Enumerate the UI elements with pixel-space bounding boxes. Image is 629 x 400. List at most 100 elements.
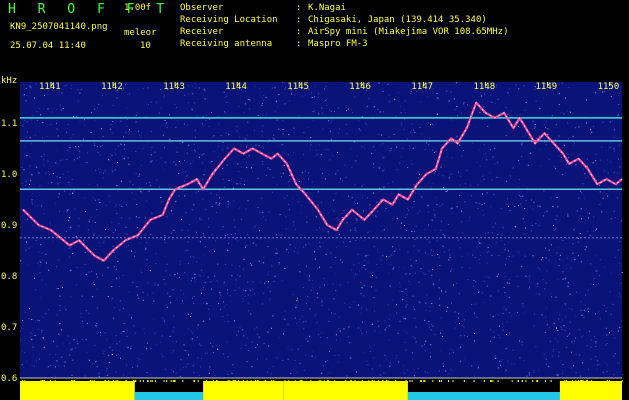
noise-dot <box>230 234 232 235</box>
activity-tick <box>22 380 24 382</box>
noise-dot <box>556 327 557 329</box>
noise-dot <box>45 262 47 264</box>
noise-dot <box>567 110 569 112</box>
noise-dot <box>419 302 421 304</box>
noise-dot <box>103 353 104 354</box>
noise-dot <box>404 100 406 102</box>
noise-dot <box>69 256 71 258</box>
noise-dot <box>140 191 142 193</box>
noise-dot <box>318 113 320 115</box>
noise-dot <box>389 285 391 287</box>
noise-dot <box>70 247 72 249</box>
noise-dot <box>164 368 166 370</box>
noise-dot <box>298 181 300 182</box>
noise-dot <box>204 169 206 171</box>
noise-dot <box>131 192 133 194</box>
noise-dot <box>557 330 559 332</box>
noise-dot <box>268 345 270 347</box>
noise-dot <box>487 283 489 285</box>
noise-dot <box>505 369 507 371</box>
activity-tick <box>117 380 119 382</box>
noise-dot <box>568 307 570 309</box>
noise-dot <box>398 361 400 363</box>
noise-dot <box>586 246 587 248</box>
noise-dot <box>419 210 421 212</box>
noise-dot <box>556 197 558 198</box>
noise-dot <box>354 277 355 279</box>
noise-dot <box>90 132 92 133</box>
noise-dot <box>473 375 475 377</box>
noise-dot <box>219 197 220 199</box>
activity-tick <box>256 380 258 382</box>
noise-dot <box>302 95 303 97</box>
noise-dot <box>212 136 213 138</box>
noise-dot <box>578 153 580 155</box>
noise-dot <box>276 252 278 254</box>
noise-dot <box>445 149 447 151</box>
noise-dot <box>501 359 503 361</box>
noise-dot <box>246 233 248 235</box>
noise-dot <box>203 254 205 256</box>
noise-dot <box>54 375 56 377</box>
noise-dot <box>107 375 109 376</box>
noise-dot <box>110 123 112 125</box>
noise-dot <box>319 266 320 268</box>
noise-dot <box>282 82 284 83</box>
noise-dot <box>335 273 337 275</box>
noise-dot <box>431 123 433 125</box>
noise-dot <box>267 286 269 288</box>
noise-dot <box>79 151 81 153</box>
noise-dot <box>317 153 319 155</box>
noise-dot <box>59 305 61 307</box>
noise-dot <box>508 88 510 90</box>
noise-dot <box>246 337 248 339</box>
noise-dot <box>219 292 221 294</box>
noise-dot <box>565 346 567 348</box>
noise-dot <box>545 358 547 360</box>
noise-dot <box>223 281 225 283</box>
noise-dot <box>208 308 210 310</box>
noise-dot <box>595 356 597 358</box>
noise-dot <box>262 125 264 127</box>
noise-dot <box>102 136 104 137</box>
noise-dot <box>38 251 40 253</box>
noise-dot <box>146 372 148 373</box>
noise-dot <box>442 245 443 247</box>
noise-dot <box>590 358 592 360</box>
noise-dot <box>236 334 238 336</box>
noise-dot <box>555 296 557 298</box>
noise-dot <box>170 232 172 234</box>
noise-dot <box>247 349 249 351</box>
noise-dot <box>94 119 96 121</box>
observer-label: Observer <box>180 3 224 13</box>
mode-value: 10 <box>140 41 151 51</box>
noise-dot <box>428 224 429 226</box>
noise-dot <box>609 147 611 149</box>
noise-dot <box>432 283 434 285</box>
noise-dot <box>59 295 61 297</box>
noise-dot <box>587 311 589 313</box>
noise-dot <box>561 328 563 330</box>
noise-dot <box>200 269 202 271</box>
noise-dot <box>247 135 248 137</box>
noise-dot <box>348 326 350 328</box>
noise-dot <box>39 272 41 274</box>
noise-dot <box>187 241 189 243</box>
noise-dot <box>610 272 612 274</box>
noise-dot <box>38 320 40 322</box>
noise-dot <box>41 252 43 254</box>
noise-dot <box>388 256 390 258</box>
noise-dot <box>172 238 174 240</box>
noise-dot <box>550 244 552 246</box>
noise-dot <box>327 337 329 339</box>
noise-dot <box>502 226 504 228</box>
noise-dot <box>129 181 131 183</box>
noise-dot <box>126 204 128 206</box>
noise-dot <box>434 334 436 336</box>
noise-dot <box>31 124 33 125</box>
noise-dot <box>577 241 579 243</box>
noise-dot <box>111 169 113 171</box>
noise-dot <box>575 353 577 355</box>
noise-dot <box>308 202 310 204</box>
noise-dot <box>578 329 580 331</box>
